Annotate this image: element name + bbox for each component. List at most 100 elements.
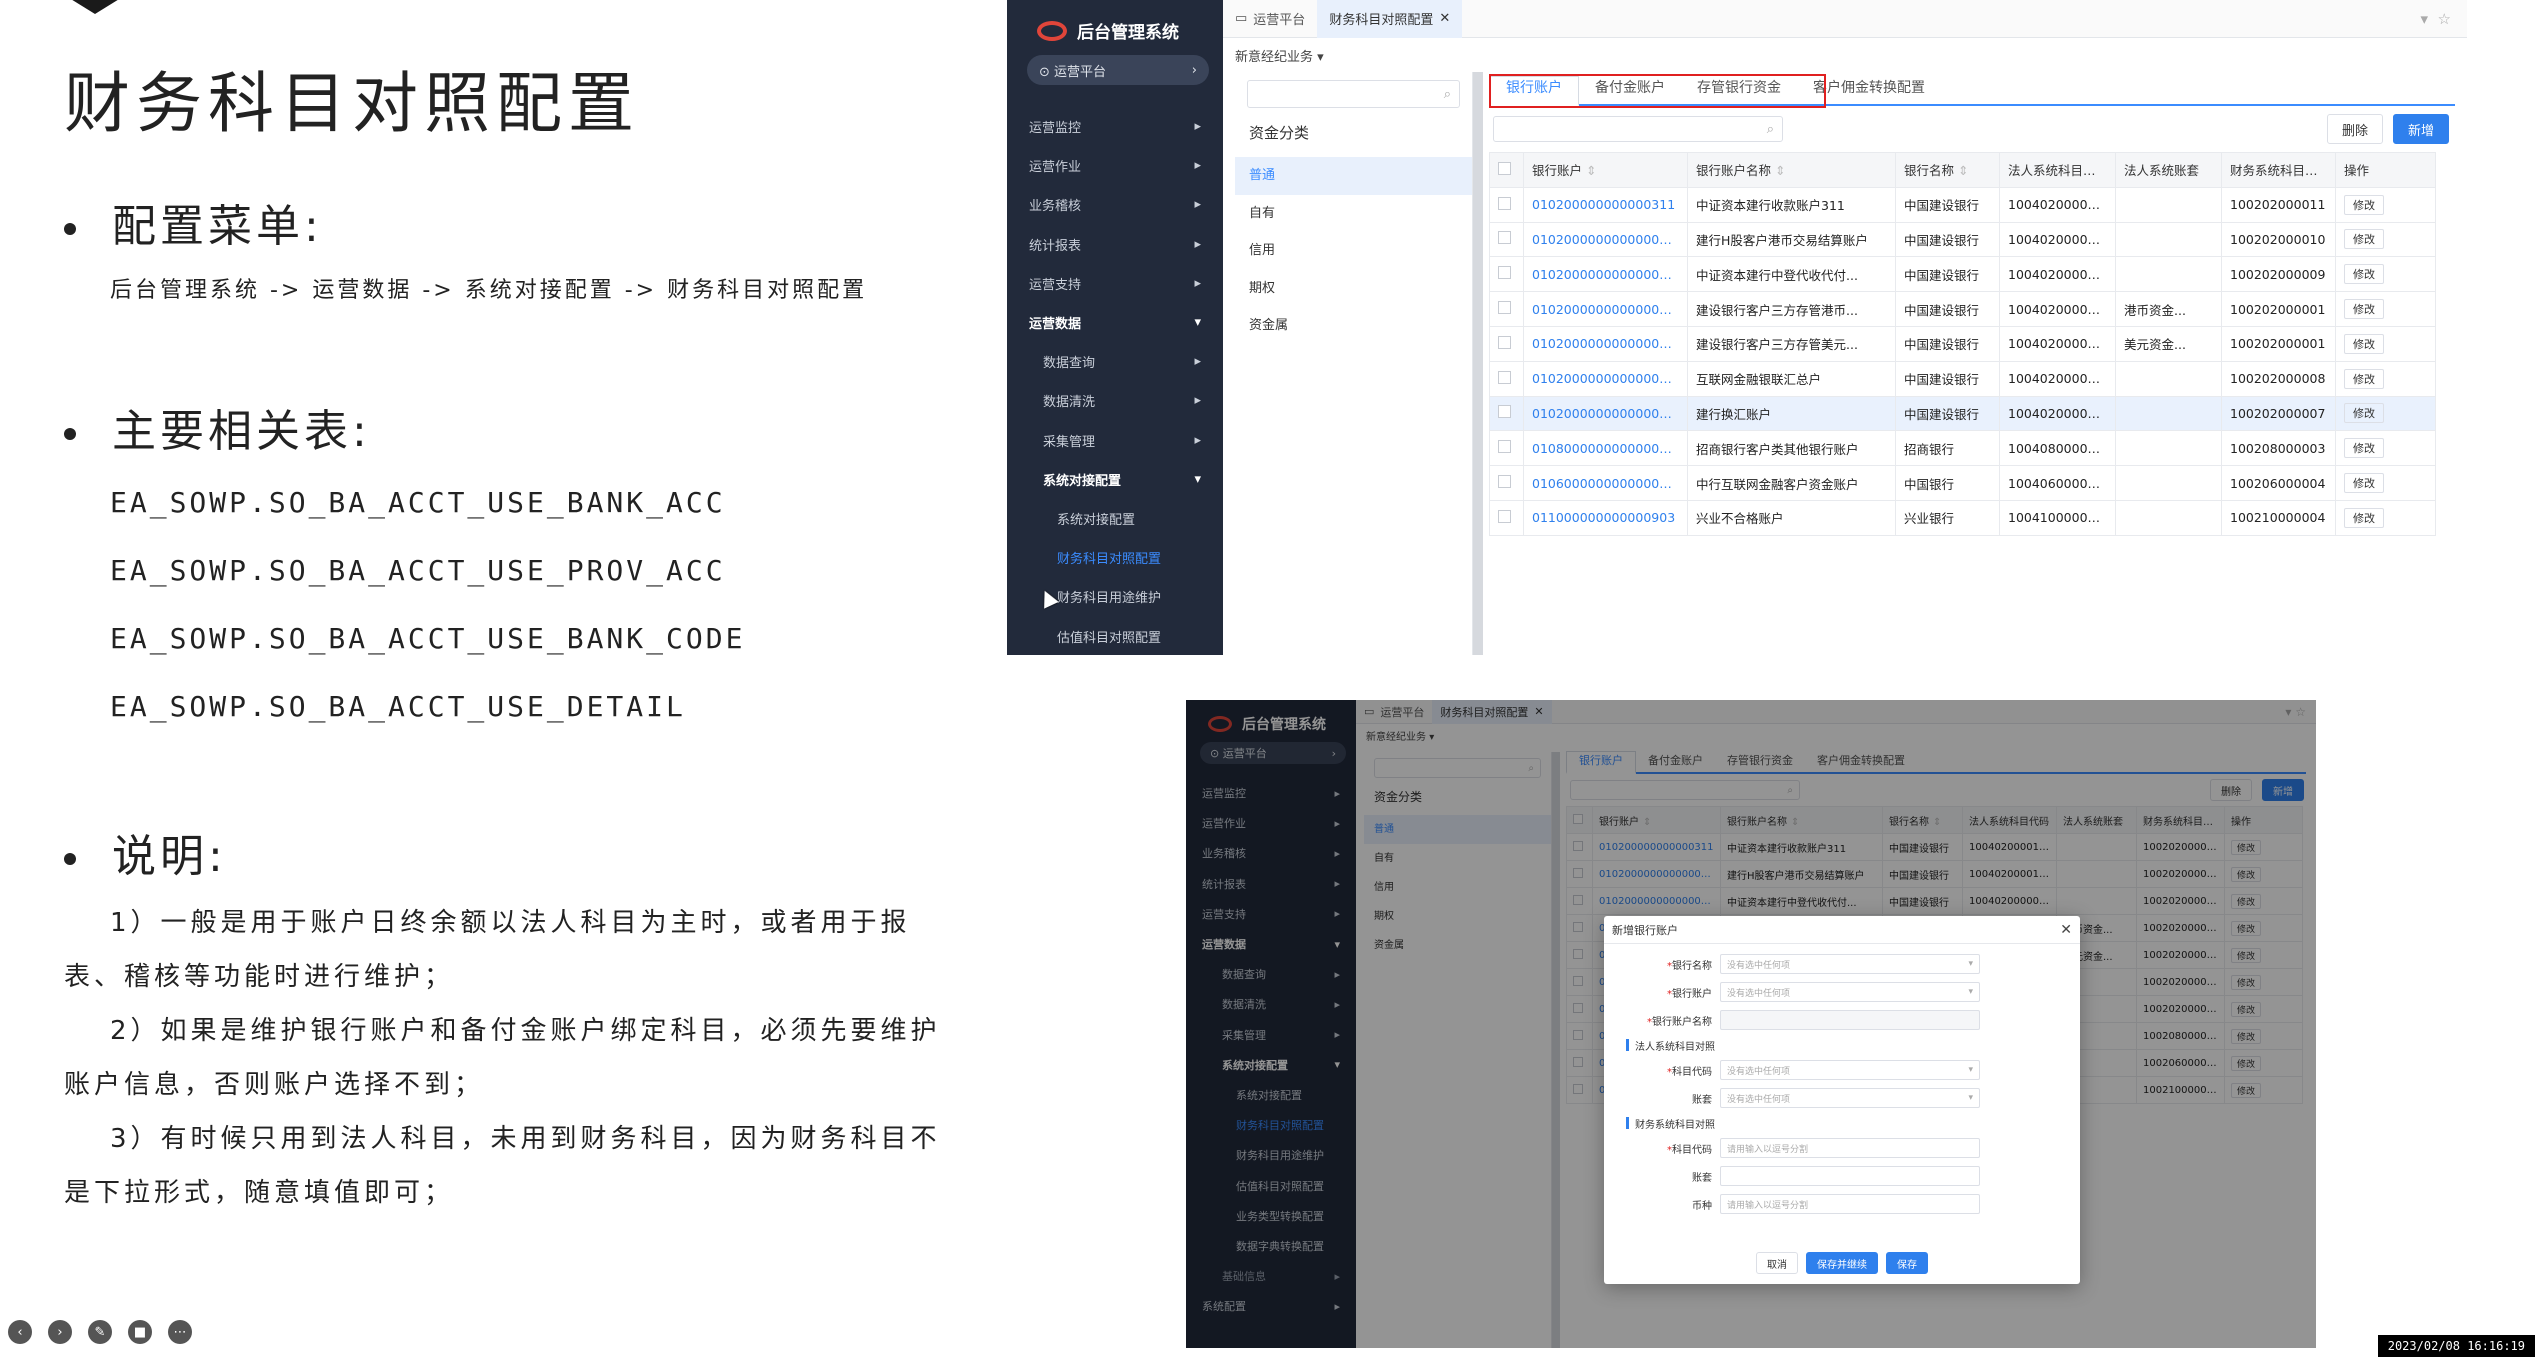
column-header[interactable]: 银行账户 ⇕ [1523, 152, 1688, 188]
table-row[interactable]: 01020000000000001...建设银行客户三方存管美元...中国建设银… [1489, 325, 2436, 362]
edit-button[interactable]: 修改 [2344, 438, 2384, 459]
legal-subject-select[interactable]: 没有选中任何项 ▾ [1720, 1060, 1980, 1080]
edit-button[interactable]: 修改 [2344, 368, 2384, 389]
checkbox[interactable] [1498, 370, 1511, 384]
table-row[interactable]: 01020000000000004... 建行H股客户港币交易结算账户 中国建设银行… [1489, 221, 2436, 258]
category-item[interactable]: 资金属 [1235, 307, 1472, 345]
bank-account-link[interactable]: 01080000000000009... [1523, 430, 1688, 467]
column-header[interactable]: 法人系统科目代码 [1999, 152, 2116, 188]
column-header[interactable]: 财务系统科目代码 [2221, 152, 2336, 188]
breadcrumb[interactable]: 新意经纪业务 ▾ [1223, 38, 2467, 73]
legal-book-select[interactable]: 没有选中任何项 ▾ [1720, 1088, 1980, 1108]
sidebar-item[interactable]: 业务稽核 ▸ [1007, 185, 1223, 224]
column-header[interactable]: 银行名称 ⇕ [1895, 152, 2000, 188]
edit-button[interactable]: 修改 [2344, 194, 2384, 215]
tab-current[interactable]: 财务科目对照配置 ✕ [1317, 0, 1463, 38]
bank-account-link[interactable]: 010200000000000311 [1523, 186, 1688, 223]
previous-icon[interactable]: ‹ [8, 1320, 32, 1344]
bank-account-link[interactable]: 011000000000000903 [1523, 499, 1688, 536]
pane-splitter[interactable] [1473, 72, 1483, 655]
chevron-down-icon[interactable]: ▾ [2420, 10, 2428, 28]
category-item[interactable]: 自有 [1235, 195, 1472, 233]
next-icon[interactable]: › [48, 1320, 72, 1344]
category-item[interactable]: 普通 [1235, 157, 1472, 195]
edit-button[interactable]: 修改 [2344, 299, 2384, 320]
tab-home[interactable]: ▭ 运营平台 [1223, 0, 1317, 38]
cancel-button[interactable]: 取消 [1756, 1252, 1798, 1274]
pen-icon[interactable]: ✎ [88, 1320, 112, 1344]
save-continue-button[interactable]: 保存并继续 [1806, 1252, 1878, 1274]
fin-book-input[interactable] [1720, 1166, 1980, 1186]
bank-account-link[interactable]: 01060000000000009... [1523, 465, 1688, 501]
bank-account-link[interactable]: 01020000000000009... [1523, 395, 1688, 432]
category-search[interactable]: ⌕ [1247, 80, 1460, 108]
column-header[interactable]: 银行账户名称 ⇕ [1687, 152, 1896, 188]
sidebar-item[interactable]: 系统对接配置 ▾ [1007, 460, 1223, 499]
delete-button[interactable]: 删除 [2326, 114, 2383, 144]
sidebar-item[interactable]: 财务科目对照配置 [1007, 538, 1223, 577]
table-row[interactable]: 01020000000000003... 中证资本建行中登代收代付... 中国建设银… [1489, 256, 2436, 293]
edit-button[interactable]: 修改 [2344, 264, 2384, 285]
title-decoration [40, 0, 150, 14]
table-row[interactable]: 010200000000000311 中证资本建行收款账户311 中国建设银行 100… [1489, 186, 2436, 223]
currency-input[interactable]: 请用输入以逗号分割 [1720, 1194, 1980, 1214]
checkbox[interactable] [1498, 231, 1511, 245]
edit-button[interactable]: 修改 [2344, 403, 2384, 424]
add-button[interactable]: 新增 [2392, 114, 2449, 144]
sidebar-item[interactable]: 采集管理 ▸ [1007, 421, 1223, 460]
star-icon[interactable]: ☆ [2438, 10, 2451, 28]
sidebar-item[interactable]: 运营支持 ▸ [1007, 264, 1223, 303]
bank-account-link[interactable]: 01020000000000001... [1523, 291, 1688, 327]
bank-name-select[interactable]: 没有选中任何项 ▾ [1720, 954, 1980, 974]
table-row[interactable]: 01020000000000001...建设银行客户三方存管港币...中国建设银… [1489, 291, 2436, 327]
save-button[interactable]: 保存 [1886, 1252, 1928, 1274]
checkbox[interactable] [1498, 405, 1511, 419]
edit-button[interactable]: 修改 [2344, 507, 2384, 528]
checkbox[interactable] [1498, 335, 1511, 349]
bank-account-link[interactable]: 01020000000000003... [1523, 256, 1688, 293]
checkbox[interactable] [1498, 266, 1511, 280]
sort-icon[interactable]: ⇕ [1958, 163, 1968, 178]
checkbox[interactable] [1498, 440, 1511, 454]
checkbox[interactable] [1498, 196, 1511, 210]
category-item[interactable]: 信用 [1235, 232, 1472, 270]
table-row[interactable]: 01020000000000009...建行换汇账户中国建设银行10040200… [1489, 395, 2436, 432]
sidebar-item[interactable]: 数据清洗 ▸ [1007, 381, 1223, 420]
checkbox[interactable] [1498, 509, 1511, 523]
sidebar-item[interactable]: 运营数据 ▾ [1007, 303, 1223, 342]
close-icon[interactable]: ✕ [1439, 11, 1450, 26]
close-icon[interactable]: ✕ [2060, 922, 2072, 938]
camera-icon[interactable]: ■ [128, 1320, 152, 1344]
platform-switch[interactable]: ⊙ 运营平台 › [1027, 55, 1209, 85]
more-icon[interactable]: ⋯ [168, 1320, 192, 1344]
sidebar-item[interactable]: 运营作业 ▸ [1007, 146, 1223, 185]
bank-account-link[interactable]: 01020000000000009... [1523, 360, 1688, 397]
edit-button[interactable]: 修改 [2344, 229, 2384, 250]
category-item[interactable]: 期权 [1235, 270, 1472, 308]
sort-icon[interactable]: ⇕ [1775, 163, 1785, 178]
column-header[interactable]: 法人系统账套 [2115, 152, 2222, 188]
bank-account-select[interactable]: 没有选中任何项 ▾ [1720, 982, 1980, 1002]
sidebar-item[interactable]: 系统对接配置 [1007, 499, 1223, 538]
edit-button[interactable]: 修改 [2344, 473, 2384, 494]
caret-right-icon: ▸ [1194, 432, 1201, 448]
table-row[interactable]: 01020000000000009...互联网金融银联汇总户中国建设银行1004… [1489, 360, 2436, 397]
checkbox[interactable] [1498, 475, 1511, 489]
checkbox[interactable] [1498, 301, 1511, 315]
checkbox[interactable] [1498, 161, 1511, 175]
table-row[interactable]: 01080000000000009...招商银行客户类其他银行账户招商银行100… [1489, 430, 2436, 467]
column-header[interactable]: 操作 [2335, 152, 2436, 188]
sort-icon[interactable]: ⇕ [1586, 163, 1596, 178]
table-row[interactable]: 01060000000000009...中行互联网金融客户资金账户中国银行100… [1489, 465, 2436, 501]
fin-subject-input[interactable]: 请用输入以逗号分割 [1720, 1138, 1980, 1158]
bank-account-name-field[interactable] [1720, 1010, 1980, 1030]
bank-account-link[interactable]: 01020000000000001... [1523, 325, 1688, 362]
sidebar-item[interactable]: 估值科目对照配置 [1007, 616, 1223, 655]
sidebar-item[interactable]: 运营监控 ▸ [1007, 107, 1223, 146]
bank-account-link[interactable]: 01020000000000004... [1523, 221, 1688, 258]
table-row[interactable]: 011000000000000903兴业不合格账户兴业银行10041000000… [1489, 499, 2436, 536]
sidebar-item[interactable]: 统计报表 ▸ [1007, 225, 1223, 264]
edit-button[interactable]: 修改 [2344, 333, 2384, 354]
sidebar-item[interactable]: 数据查询 ▸ [1007, 342, 1223, 381]
table-search[interactable]: ⌕ [1493, 116, 1783, 142]
